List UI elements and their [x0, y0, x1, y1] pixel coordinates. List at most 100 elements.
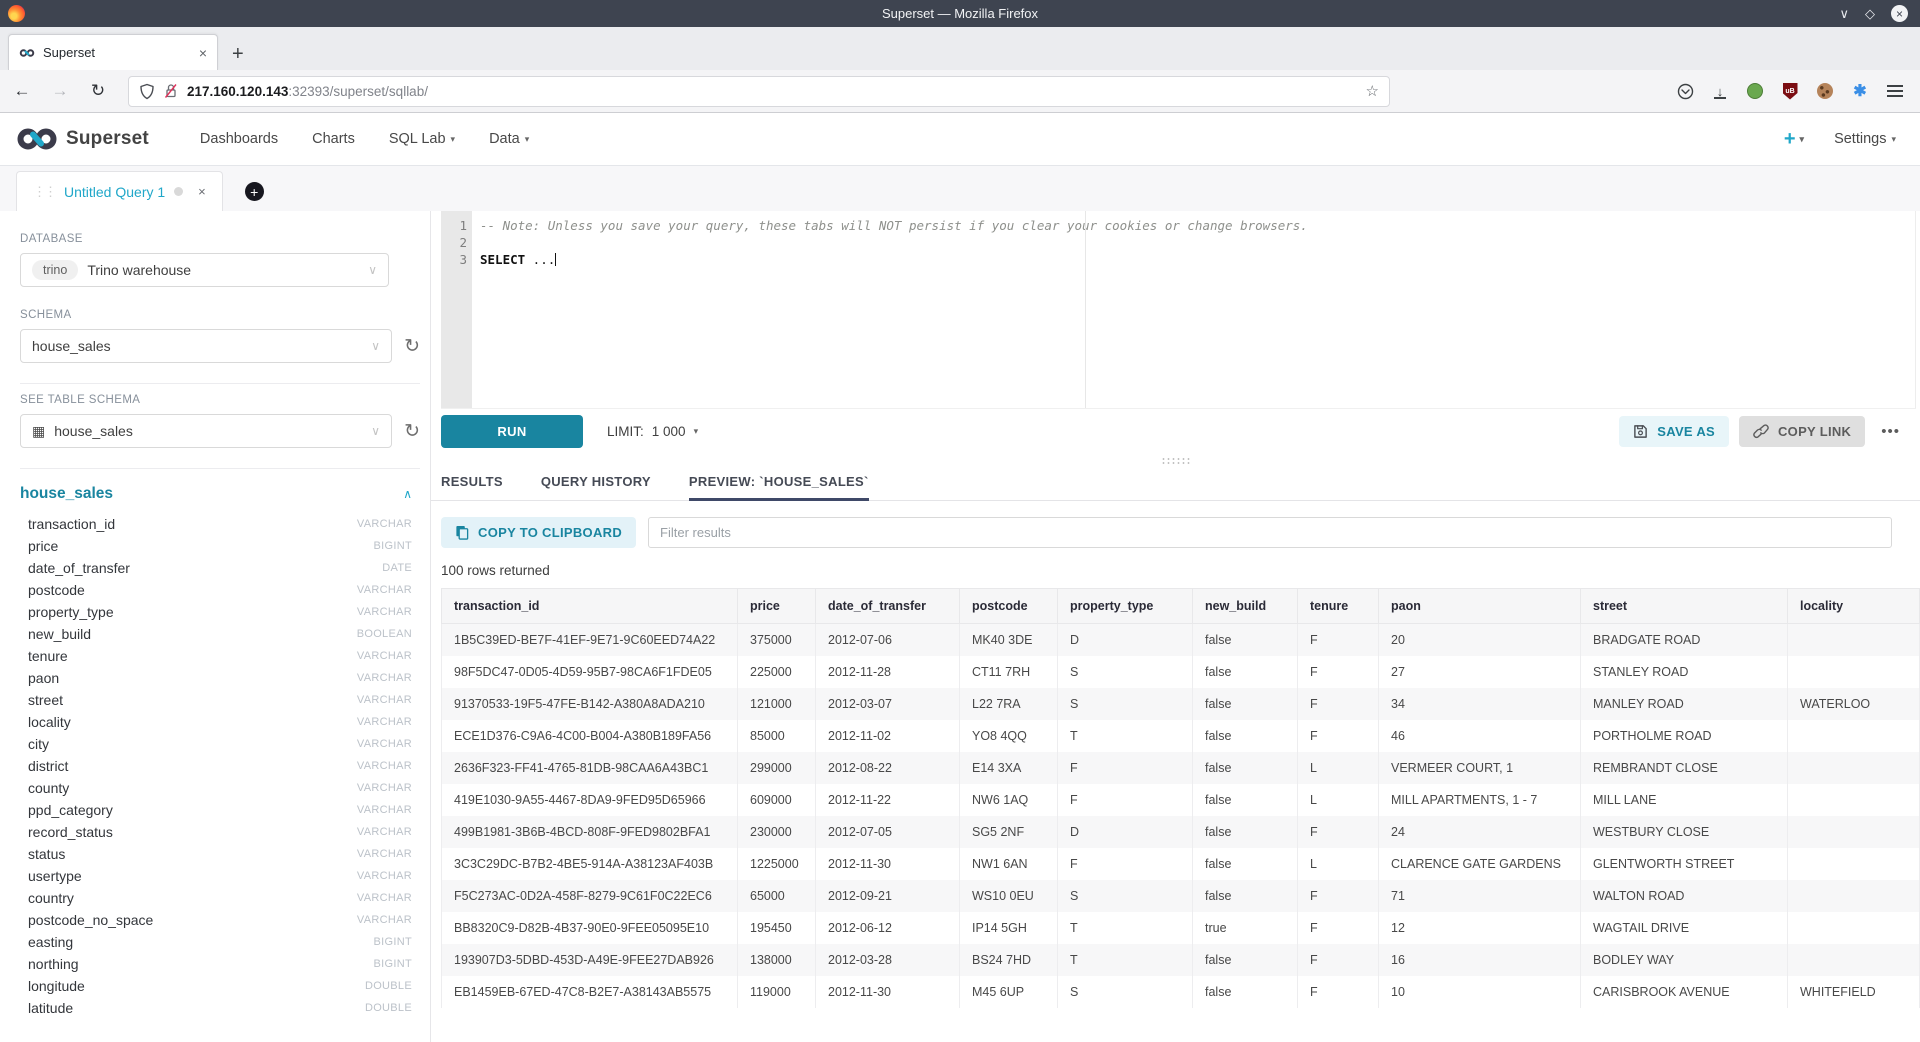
reload-button[interactable]: ↻	[86, 81, 110, 101]
table-cell	[1788, 784, 1920, 816]
schema-label: SCHEMA	[20, 309, 420, 321]
copy-to-clipboard-button[interactable]: COPY TO CLIPBOARD	[441, 517, 636, 548]
column-header-postcode[interactable]: postcode	[960, 589, 1058, 624]
results-tab-preview[interactable]: PREVIEW: `HOUSE_SALES`	[689, 474, 869, 500]
save-icon	[1633, 424, 1648, 439]
copy-link-button[interactable]: COPY LINK	[1739, 416, 1865, 447]
column-header-transaction_id[interactable]: transaction_id	[442, 589, 738, 624]
schema-select[interactable]: house_sales ∨	[20, 329, 392, 363]
column-header-property_type[interactable]: property_type	[1058, 589, 1193, 624]
text-cursor	[555, 253, 556, 266]
url-field[interactable]: 217.160.120.143:32393/superset/sqllab/ ☆	[128, 76, 1390, 107]
drag-handle-icon[interactable]: ⋮⋮	[33, 184, 55, 200]
query-tab-close-icon[interactable]: ×	[198, 184, 206, 199]
extension-green-icon[interactable]	[1746, 82, 1764, 100]
chevron-down-icon: ∨	[368, 263, 377, 277]
table-cell: 1B5C39ED-BE7F-41EF-9E71-9C60EED74A22	[442, 624, 738, 657]
column-header-locality[interactable]: locality	[1788, 589, 1920, 624]
column-type: VARCHAR	[357, 760, 420, 772]
window-minimize-button[interactable]: ∨	[1839, 7, 1849, 20]
chevron-down-icon: ∨	[371, 424, 380, 438]
table-cell: F	[1298, 624, 1379, 657]
filter-results-input[interactable]	[648, 517, 1892, 548]
sql-editor[interactable]: 123 -- Note: Unless you save your query,…	[441, 211, 1916, 409]
column-name: ppd_category	[28, 802, 113, 818]
tab-close-icon[interactable]: ×	[199, 45, 207, 61]
table-cell: false	[1193, 624, 1298, 657]
menu-hamburger-icon[interactable]	[1886, 82, 1904, 100]
column-header-new_build[interactable]: new_build	[1193, 589, 1298, 624]
column-header-street[interactable]: street	[1581, 589, 1788, 624]
new-tab-button[interactable]: +	[232, 44, 244, 64]
column-type: VARCHAR	[357, 848, 420, 860]
nav-item-dashboards[interactable]: Dashboards	[200, 131, 278, 147]
query-tab[interactable]: ⋮⋮ Untitled Query 1 ×	[16, 171, 223, 211]
refresh-tables-icon[interactable]: ↻	[404, 422, 420, 441]
pocket-icon[interactable]	[1676, 82, 1694, 100]
column-name: postcode_no_space	[28, 912, 153, 928]
nav-item-charts[interactable]: Charts	[312, 131, 355, 147]
save-as-button[interactable]: SAVE AS	[1619, 416, 1729, 447]
window-title: Superset — Mozilla Firefox	[0, 6, 1920, 21]
pane-resize-handle[interactable]	[431, 453, 1920, 467]
bookmark-star-icon[interactable]: ☆	[1366, 82, 1379, 100]
settings-menu[interactable]: Settings▾	[1834, 131, 1896, 147]
nav-item-data[interactable]: Data▾	[489, 131, 529, 147]
limit-dropdown[interactable]: LIMIT: 1 000 ▾	[607, 424, 698, 439]
sql-text: ...	[525, 252, 555, 267]
table-schema-title[interactable]: house_sales	[20, 485, 113, 503]
table-row: 91370533-19F5-47FE-B142-A380A8ADA2101210…	[442, 688, 1920, 720]
table-cell: WAGTAIL DRIVE	[1581, 912, 1788, 944]
insecure-lock-icon[interactable]	[164, 83, 178, 99]
table-cell: false	[1193, 656, 1298, 688]
browser-tab-title: Superset	[43, 45, 95, 60]
schema-column: property_typeVARCHAR	[20, 601, 420, 623]
table-cell	[1788, 752, 1920, 784]
new-item-button[interactable]: +▾	[1784, 128, 1804, 151]
table-select[interactable]: ▦ house_sales ∨	[20, 414, 392, 448]
table-cell: 419E1030-9A55-4467-8DA9-9FED95D65966	[442, 784, 738, 816]
collapse-icon[interactable]: ∧	[403, 487, 420, 501]
column-type: VARCHAR	[357, 694, 420, 706]
browser-tab[interactable]: Superset ×	[8, 34, 218, 70]
editor-toolbar: RUN LIMIT: 1 000 ▾ SAVE AS	[431, 409, 1920, 453]
column-header-paon[interactable]: paon	[1379, 589, 1581, 624]
chevron-down-icon: ▾	[1800, 134, 1805, 145]
column-type: VARCHAR	[357, 782, 420, 794]
shield-icon[interactable]	[139, 83, 155, 100]
results-tab-query-history[interactable]: QUERY HISTORY	[541, 474, 651, 500]
table-schema-label: SEE TABLE SCHEMA	[20, 394, 420, 406]
table-cell: WHITEFIELD	[1788, 976, 1920, 1008]
extension-asterisk-icon[interactable]: ✱	[1851, 82, 1869, 100]
more-actions-button[interactable]: •••	[1875, 423, 1906, 440]
database-select[interactable]: trino Trino warehouse ∨	[20, 253, 389, 287]
window-maximize-button[interactable]: ◇	[1865, 7, 1875, 20]
nav-item-sql-lab[interactable]: SQL Lab▾	[389, 131, 455, 147]
column-name: paon	[28, 670, 59, 686]
results-tab-results[interactable]: RESULTS	[441, 474, 503, 500]
table-cell: 65000	[738, 880, 816, 912]
chevron-down-icon: ▾	[451, 134, 456, 145]
cookie-extension-icon[interactable]	[1816, 82, 1834, 100]
add-query-tab-button[interactable]: +	[245, 182, 264, 201]
table-cell: S	[1058, 656, 1193, 688]
table-cell: F	[1058, 752, 1193, 784]
ublock-shield-icon[interactable]: uB	[1781, 82, 1799, 100]
downloads-icon[interactable]: ↓	[1711, 82, 1729, 100]
window-close-button[interactable]: ×	[1891, 5, 1908, 22]
table-cell: 27	[1379, 656, 1581, 688]
column-header-price[interactable]: price	[738, 589, 816, 624]
table-cell: CLARENCE GATE GARDENS	[1379, 848, 1581, 880]
run-button[interactable]: RUN	[441, 415, 583, 448]
back-button[interactable]: ←	[10, 81, 34, 101]
column-name: new_build	[28, 626, 91, 642]
table-cell: 2012-08-22	[816, 752, 960, 784]
table-cell: 34	[1379, 688, 1581, 720]
column-header-tenure[interactable]: tenure	[1298, 589, 1379, 624]
superset-logo[interactable]: Superset	[16, 127, 149, 151]
editor-code[interactable]: -- Note: Unless you save your query, the…	[472, 211, 1916, 408]
table-cell: CARISBROOK AVENUE	[1581, 976, 1788, 1008]
refresh-schemas-icon[interactable]: ↻	[404, 337, 420, 356]
column-header-date_of_transfer[interactable]: date_of_transfer	[816, 589, 960, 624]
unsaved-dot-icon	[174, 187, 183, 196]
